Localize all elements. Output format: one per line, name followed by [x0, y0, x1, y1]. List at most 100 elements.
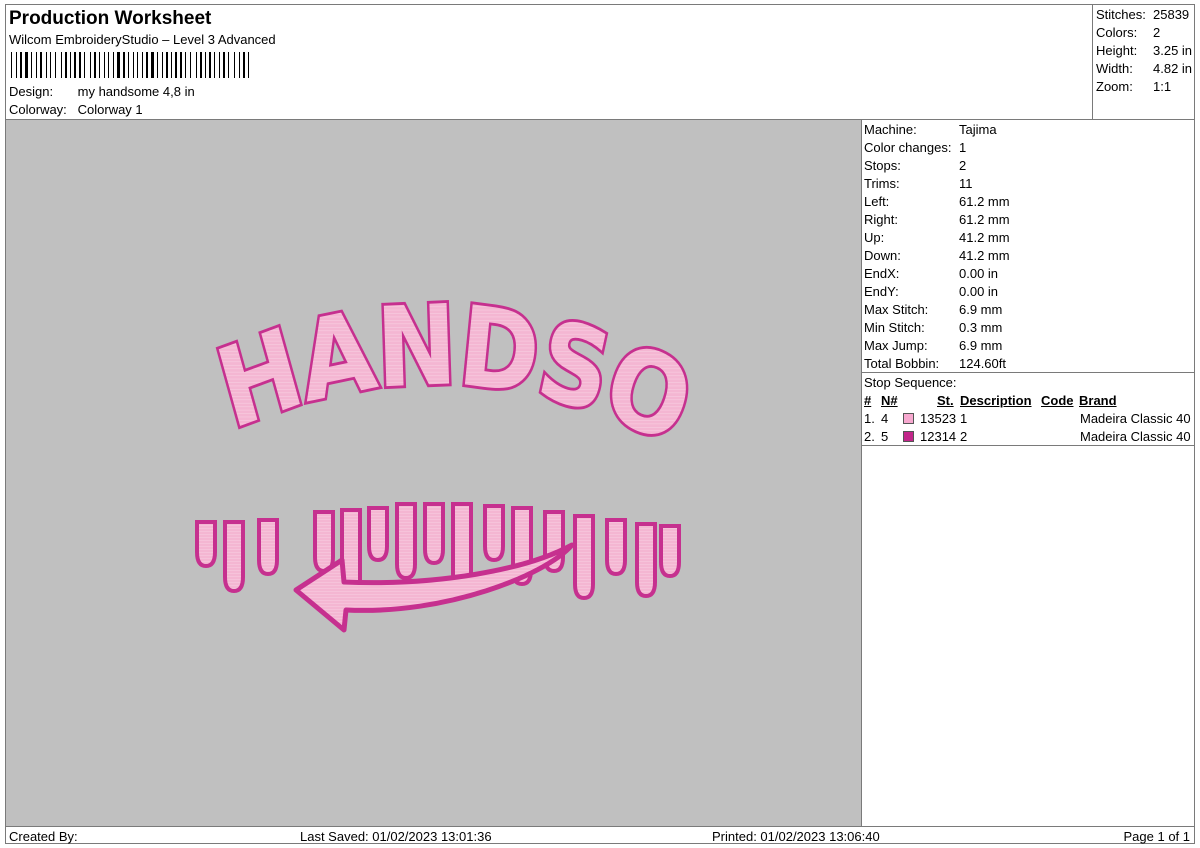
drip-shape — [423, 502, 445, 566]
barcode — [11, 52, 249, 78]
col-header-num: # — [864, 393, 872, 408]
stop-row-description: 1 — [960, 411, 968, 426]
stop-sequence-title: Stop Sequence: — [864, 375, 957, 390]
colorway-value: Colorway 1 — [77, 102, 143, 117]
colors-row: Colors: 2 — [1096, 25, 1160, 40]
stop-row-brand: Madeira Classic 40 — [1080, 411, 1191, 426]
colors-value: 2 — [1153, 25, 1161, 40]
height-label: Height: — [1096, 43, 1138, 58]
drip-shape — [195, 520, 217, 569]
machine-info-value: 6.9 mm — [959, 302, 1003, 317]
machine-info-value: 0.00 in — [959, 284, 999, 299]
design-stats: Stitches: 25839 Colors: 2 Height: 3.25 in W… — [1092, 5, 1194, 119]
colorway-row: Colorway: Colorway 1 — [9, 102, 143, 117]
thread-color-swatch — [903, 431, 914, 442]
stop-sequence-divider — [862, 372, 1194, 373]
drip-shape — [257, 518, 279, 577]
machine-info-row: Trims: 11 — [864, 176, 973, 191]
machine-info-value: 61.2 mm — [959, 212, 1010, 227]
machine-info-label: Max Jump: — [864, 338, 928, 353]
machine-info-row: Stops: 2 — [864, 158, 966, 173]
stitches-label: Stitches: — [1096, 7, 1146, 22]
machine-info-value: 0.3 mm — [959, 320, 1003, 335]
machine-info-row: Machine: Tajima — [864, 122, 997, 137]
machine-info-row: Down: 41.2 mm — [864, 248, 1010, 263]
zoom-row: Zoom: 1:1 — [1096, 79, 1171, 94]
machine-info-label: EndX: — [864, 266, 900, 281]
drip-shape — [395, 502, 417, 581]
thread-color-swatch — [903, 413, 914, 424]
worksheet-header: Production Worksheet Wilcom EmbroiderySt… — [6, 5, 1092, 119]
colorway-label: Colorway: — [9, 102, 67, 117]
machine-info-value: 41.2 mm — [959, 248, 1010, 263]
machine-info-row: EndX: 0.00 in — [864, 266, 998, 281]
stop-row-description: 2 — [960, 429, 968, 444]
drip-shape — [313, 510, 335, 574]
width-row: Width: 4.82 in — [1096, 61, 1192, 76]
design-value: my handsome 4,8 in — [77, 84, 195, 99]
machine-info-value: 2 — [959, 158, 967, 173]
machine-info-row: Total Bobbin: 124.60ft — [864, 356, 1006, 371]
worksheet: Production Worksheet Wilcom EmbroiderySt… — [0, 4, 1195, 844]
machine-info-label: Trims: — [864, 176, 900, 191]
last-saved: Last Saved: 01/02/2023 13:01:36 — [300, 829, 492, 844]
machine-info-value: 61.2 mm — [959, 194, 1010, 209]
stitches-value: 25839 — [1153, 7, 1190, 22]
drip-shape — [635, 522, 657, 599]
design-label: Design: — [9, 84, 54, 99]
stop-row-needle: 4 — [881, 411, 889, 426]
machine-info-value: Tajima — [959, 122, 997, 137]
stop-row-num: 2. — [864, 429, 875, 444]
machine-info-value: 1 — [959, 140, 967, 155]
drip-shape — [483, 504, 505, 563]
machine-info-label: EndY: — [864, 284, 899, 299]
design-preview: MY HANDSOME — [0, 16, 862, 826]
software-name: Wilcom EmbroideryStudio – Level 3 Advanc… — [9, 32, 276, 47]
machine-info-row: Max Stitch: 6.9 mm — [864, 302, 1002, 317]
stop-table-divider — [862, 445, 1194, 446]
drip-shape — [223, 520, 245, 594]
design-row: Design: my handsome 4,8 in — [9, 84, 195, 99]
col-header-n: N# — [881, 393, 898, 408]
machine-info-row: Left: 61.2 mm — [864, 194, 1010, 209]
machine-info-row: Up: 41.2 mm — [864, 230, 1010, 245]
created-by: Created By: — [9, 829, 78, 844]
machine-info-label: Left: — [864, 194, 890, 209]
zoom-value: 1:1 — [1153, 79, 1172, 94]
stitches-row: Stitches: 25839 — [1096, 7, 1189, 22]
embroidery-design: MY HANDSOME — [0, 16, 709, 633]
width-value: 4.82 in — [1153, 61, 1193, 76]
page-number: Page 1 of 1 — [1123, 829, 1191, 844]
machine-info-label: Min Stitch: — [864, 320, 925, 335]
machine-info-value: 41.2 mm — [959, 230, 1010, 245]
machine-info-row: Color changes: 1 — [864, 140, 966, 155]
machine-info-value: 6.9 mm — [959, 338, 1003, 353]
stop-row-num: 1. — [864, 411, 875, 426]
drip-shape — [605, 518, 627, 577]
machine-info-value: 0.00 in — [959, 266, 999, 281]
machine-info-row: Min Stitch: 0.3 mm — [864, 320, 1002, 335]
stop-row-stitches: 12314 — [920, 429, 957, 444]
col-header-code: Code — [1041, 393, 1074, 408]
drip-shape — [573, 514, 595, 601]
machine-info-row: Right: 61.2 mm — [864, 212, 1010, 227]
col-header-brand: Brand — [1079, 393, 1117, 408]
machine-info-value: 11 — [959, 176, 973, 191]
stop-row-needle: 5 — [881, 429, 889, 444]
height-row: Height: 3.25 in — [1096, 43, 1192, 58]
stop-row-stitches: 13523 — [920, 411, 957, 426]
machine-info-row: Max Jump: 6.9 mm — [864, 338, 1002, 353]
machine-info-row: EndY: 0.00 in — [864, 284, 998, 299]
machine-info-label: Down: — [864, 248, 901, 263]
design-text: MY HANDSOME — [6, 120, 704, 470]
machine-info-label: Stops: — [864, 158, 901, 173]
zoom-label: Zoom: — [1096, 79, 1133, 94]
machine-info-label: Right: — [864, 212, 898, 227]
height-value: 3.25 in — [1153, 43, 1193, 58]
machine-info-label: Color changes: — [864, 140, 952, 155]
drip-shape — [659, 524, 681, 579]
machine-info-label: Up: — [864, 230, 885, 245]
machine-info-value: 124.60ft — [959, 356, 1006, 371]
width-label: Width: — [1096, 61, 1133, 76]
machine-info-panel: Machine: Tajima Color changes: 1 Stops: 2 Trim… — [862, 120, 1194, 826]
